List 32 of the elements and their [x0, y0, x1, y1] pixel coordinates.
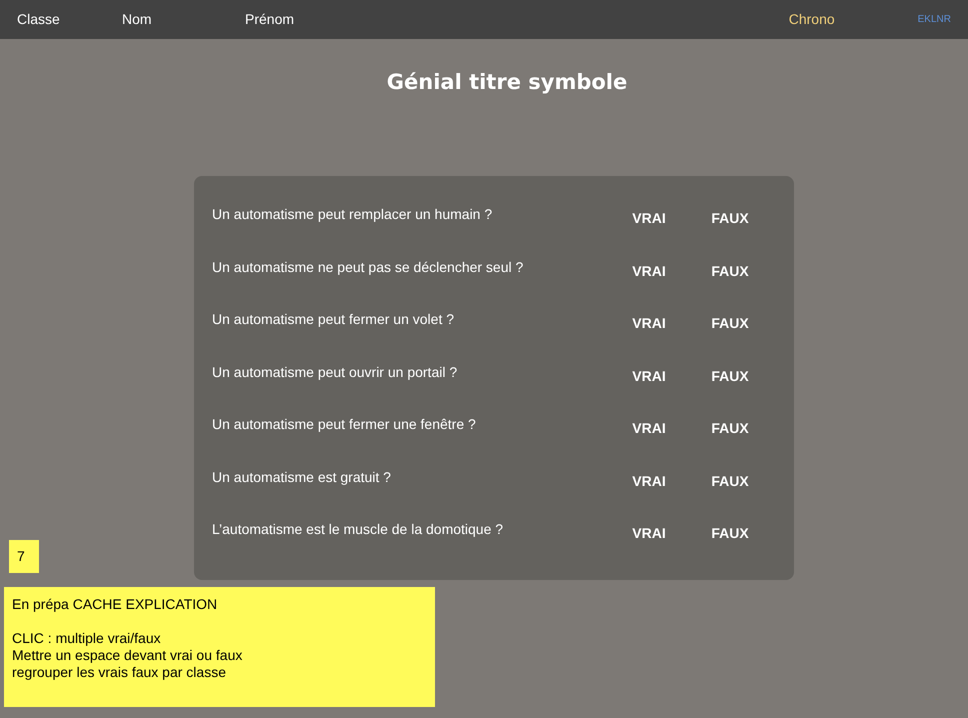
page-title: Génial titre symbole — [386, 71, 628, 94]
false-button[interactable]: FAUX — [710, 311, 750, 336]
note-heading: En prépa CACHE EXPLICATION — [12, 596, 218, 614]
true-button[interactable]: VRAI — [632, 364, 666, 389]
header-label: Classe — [17, 10, 61, 29]
note-line: regrouper les vrais faux par classe — [12, 664, 227, 682]
page-number: 7 — [9, 540, 39, 574]
code-label: EKLNR — [918, 13, 951, 27]
false-button[interactable]: FAUX — [710, 468, 750, 494]
true-button[interactable]: VRAI — [632, 206, 666, 232]
false-button[interactable]: FAUX — [710, 364, 750, 389]
question-text: Un automatisme est gratuit ? — [212, 468, 392, 487]
true-button[interactable]: VRAI — [632, 416, 666, 442]
question-text: Un automatisme peut remplacer un humain ? — [212, 205, 494, 224]
true-button[interactable]: VRAI — [632, 258, 666, 284]
false-button[interactable]: FAUX — [710, 258, 750, 284]
question-text: Un automatisme ne peut pas se déclencher seul ? — [212, 258, 524, 277]
true-button[interactable]: VRAI — [632, 311, 666, 336]
question-text: Un automatisme peut fermer une fenêtre ? — [212, 415, 477, 434]
false-button[interactable]: FAUX — [710, 521, 750, 546]
header-label: Prénom — [245, 10, 294, 29]
question-text: L’automatisme est le muscle de la domotique ? — [212, 520, 504, 540]
true-button[interactable]: VRAI — [632, 468, 666, 494]
true-button[interactable]: VRAI — [632, 521, 666, 546]
note-line: Mettre un espace devant vrai ou faux — [12, 647, 244, 664]
question-text: Un automatisme peut fermer un volet ? — [212, 310, 456, 330]
note-line: CLIC : multiple vrai/faux — [12, 630, 162, 648]
chrono-label: Chrono — [788, 10, 835, 29]
false-button[interactable]: FAUX — [710, 206, 750, 232]
question-text: Un automatisme peut ouvrir un portail ? — [212, 362, 458, 382]
header-label: Nom — [122, 10, 153, 29]
false-button[interactable]: FAUX — [710, 416, 750, 442]
